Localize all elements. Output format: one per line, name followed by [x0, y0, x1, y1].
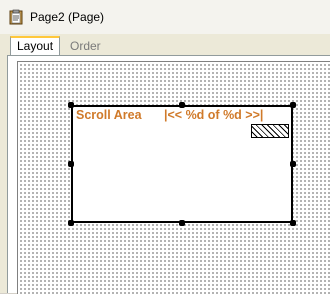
hatched-placeholder — [251, 124, 289, 138]
resize-handle-bottom-left[interactable] — [68, 220, 74, 226]
resize-handle-bottom-middle[interactable] — [179, 220, 185, 226]
resize-handle-top-middle[interactable] — [179, 102, 185, 108]
resize-handle-middle-right[interactable] — [290, 161, 296, 167]
resize-handle-middle-left[interactable] — [68, 161, 74, 167]
layout-panel: Scroll Area |<< %d of %d >>| — [7, 55, 330, 294]
resize-handle-top-right[interactable] — [290, 102, 296, 108]
scroll-area-label: Scroll Area — [76, 108, 142, 122]
tab-order[interactable]: Order — [64, 37, 107, 55]
design-canvas[interactable]: Scroll Area |<< %d of %d >>| — [17, 61, 330, 294]
tab-strip: Layout Order — [0, 34, 330, 56]
tab-layout[interactable]: Layout — [10, 36, 61, 56]
title-bar: Page2 (Page) — [0, 0, 330, 35]
page-designer-window: Page2 (Page) Layout Order Scroll Area |<… — [0, 0, 330, 294]
resize-handle-top-left[interactable] — [68, 102, 74, 108]
scroll-area-control[interactable]: Scroll Area |<< %d of %d >>| — [71, 105, 293, 223]
resize-handle-bottom-right[interactable] — [290, 220, 296, 226]
scroll-area-navigation: |<< %d of %d >>| — [164, 108, 264, 122]
window-title: Page2 (Page) — [30, 10, 105, 24]
clipboard-page-icon — [9, 9, 23, 25]
